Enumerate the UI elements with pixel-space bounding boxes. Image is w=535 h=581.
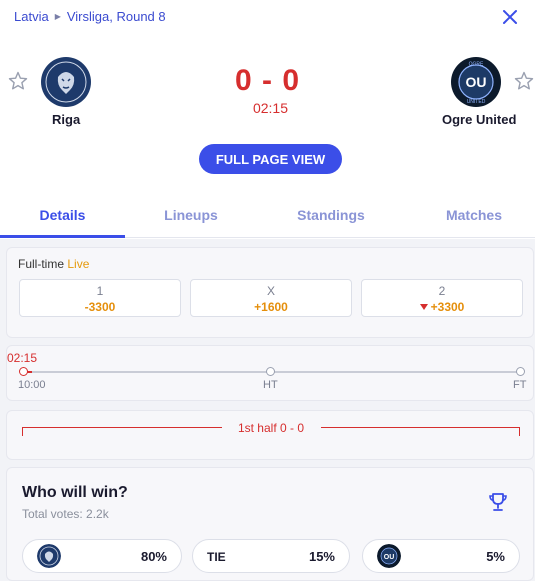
ogre-united-crest-icon: OU: [377, 544, 401, 568]
poll-total-votes: Total votes: 2.2k: [22, 507, 109, 521]
vote-tie-button[interactable]: TIE 15%: [192, 539, 350, 573]
away-mini-monogram: OU: [384, 554, 395, 561]
odds-draw-button[interactable]: X +1600: [190, 279, 352, 317]
vote-tie-percent: 15%: [308, 549, 335, 564]
odds-home-button[interactable]: 1 -3300: [19, 279, 181, 317]
timeline-current-time: 02:15: [7, 351, 38, 365]
close-icon[interactable]: [499, 6, 521, 28]
poll-card: Who will win? Total votes: 2.2k 80% TIE …: [6, 467, 534, 581]
half-score-label: 1st half 0 - 0: [237, 421, 305, 435]
half-summary-card: 1st half 0 - 0: [6, 410, 534, 460]
timeline-start-label: 10:00: [18, 379, 46, 391]
breadcrumb: Latvia ▶ Virsliga, Round 8: [14, 9, 166, 24]
odds-card: Full-time Live 1 -3300 X +1600 2 +3300: [6, 247, 534, 338]
breadcrumb-league[interactable]: Virsliga, Round 8: [67, 9, 166, 24]
trophy-icon[interactable]: [486, 490, 510, 514]
triangle-right-icon: ▶: [54, 12, 61, 21]
top-bar: Latvia ▶ Virsliga, Round 8: [0, 0, 535, 36]
odds-away-button[interactable]: 2 +3300: [361, 279, 523, 317]
breadcrumb-country[interactable]: Latvia: [14, 9, 49, 24]
active-tab-indicator: [0, 235, 125, 238]
odds-draw-value: +1600: [254, 300, 288, 314]
timeline-end-label: FT: [513, 379, 527, 391]
vote-tie-label: TIE: [207, 550, 226, 564]
odds-status: Full-time Live: [18, 257, 89, 271]
timeline-halftime-marker: [266, 367, 275, 376]
odds-away-key: 2: [438, 284, 446, 298]
tab-bar: Details Lineups Standings Matches: [0, 192, 535, 238]
vote-away-percent: 5%: [486, 549, 505, 564]
match-score: 0 - 0: [234, 64, 301, 97]
vote-home-button[interactable]: 80%: [22, 539, 182, 573]
lion-crest-icon: [37, 544, 61, 568]
tab-details[interactable]: Details: [0, 192, 125, 238]
vote-home-percent: 80%: [140, 549, 167, 564]
timeline-card: 02:15 10:00 HT FT: [6, 345, 534, 401]
timeline-start-marker: [19, 367, 28, 376]
tab-lineups[interactable]: Lineups: [125, 192, 257, 238]
odds-home-key: 1: [96, 284, 104, 298]
odds-status-label: Full-time: [18, 257, 65, 271]
odds-away-value: +3300: [430, 300, 465, 314]
odds-home-value: -3300: [84, 300, 116, 314]
live-badge: Live: [67, 257, 90, 271]
odds-draw-key: X: [266, 284, 275, 298]
poll-title: Who will win?: [22, 484, 128, 501]
tab-standings[interactable]: Standings: [265, 192, 397, 238]
full-page-view-button[interactable]: FULL PAGE VIEW: [199, 144, 342, 174]
tab-matches[interactable]: Matches: [408, 192, 535, 238]
timeline-halftime-label: HT: [263, 379, 278, 391]
match-clock: 02:15: [252, 100, 289, 116]
trend-down-icon: [419, 304, 428, 310]
timeline-end-marker: [516, 367, 525, 376]
vote-away-button[interactable]: OU 5%: [362, 539, 520, 573]
